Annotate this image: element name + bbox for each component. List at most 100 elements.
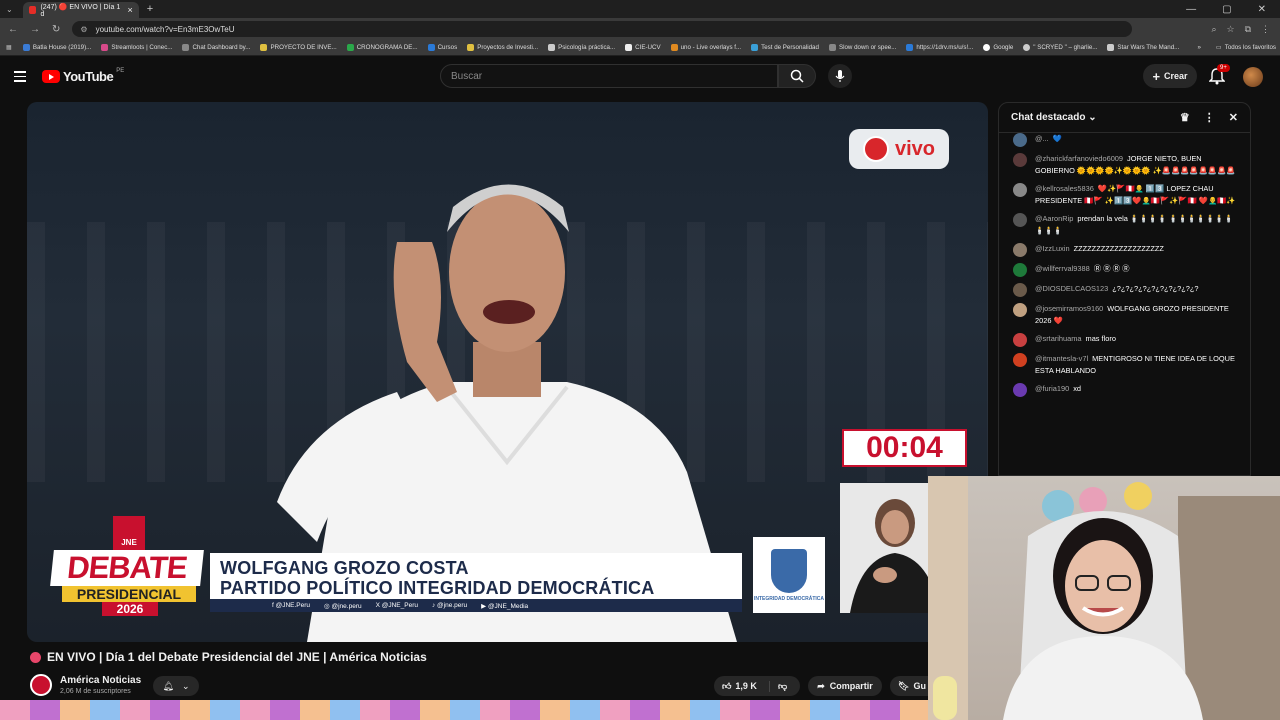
bookmark-favicon-icon xyxy=(906,44,914,51)
channel-info[interactable]: América Noticias 2,06 M de suscriptores xyxy=(30,674,141,696)
bookmark-item[interactable]: Chat Dashboard by... xyxy=(177,44,255,51)
like-button[interactable]: 👍︎ 1,9 K xyxy=(714,680,770,692)
user-avatar[interactable] xyxy=(1013,243,1027,257)
subscription-bell-button[interactable]: 🔔︎ ⌄ xyxy=(153,676,199,696)
user-avatar[interactable] xyxy=(1013,133,1027,147)
close-tab-icon[interactable]: × xyxy=(127,5,132,15)
user-avatar[interactable] xyxy=(1013,183,1027,197)
user-avatar[interactable] xyxy=(1013,383,1027,397)
plus-icon: + xyxy=(1152,68,1161,84)
hamburger-menu-icon[interactable] xyxy=(14,71,26,85)
bookmark-favicon-icon xyxy=(1023,44,1031,51)
live-bug: vivo xyxy=(849,129,949,169)
save-button[interactable]: 🔖︎ Gu xyxy=(890,676,930,696)
tab-list-chevron-icon[interactable]: ⌄ xyxy=(6,5,13,14)
search-button[interactable] xyxy=(778,64,816,88)
bookmark-icon: 🔖︎ xyxy=(898,680,910,691)
thumbs-up-icon: 👍︎ xyxy=(722,680,732,691)
social-handle: ♪ @jne.peru xyxy=(431,602,468,609)
jne-logo: JNE xyxy=(113,516,145,550)
video-title-row: EN VIVO | Día 1 del Debate Presidencial … xyxy=(30,650,427,664)
share-button[interactable]: ➦ Compartir xyxy=(808,676,882,696)
zoom-icon[interactable]: ⌕ xyxy=(1211,24,1216,35)
tab-title: (247) 🔴 EN VIVO | Día 1 d xyxy=(40,3,121,18)
bookmark-item[interactable]: https://1drv.ms/u/s!... xyxy=(901,44,978,51)
youtube-favicon-icon xyxy=(28,6,37,14)
bookmark-item[interactable]: PROYECTO DE INVE... xyxy=(255,44,341,51)
chat-messages: @... 💙 @zharickfarfanoviedo6009 JORGE NIET… xyxy=(999,133,1250,397)
account-avatar[interactable] xyxy=(1243,67,1263,87)
social-handle: ▶ @JNE_Media xyxy=(481,602,529,610)
bookmark-favicon-icon xyxy=(670,44,678,51)
crown-icon[interactable]: ♛ xyxy=(1180,111,1190,124)
social-handle: ◎ @jne.peru xyxy=(324,602,362,610)
bookmark-item[interactable]: Batla House (2019)... xyxy=(18,44,96,51)
bookmark-item[interactable]: CIE-UCV xyxy=(620,44,665,51)
user-avatar[interactable] xyxy=(1013,153,1027,167)
notifications-button[interactable]: 9+ xyxy=(1208,64,1230,87)
bookmark-item[interactable]: Star Wars The Mand... xyxy=(1102,44,1184,51)
chat-message: @furia190 xd xyxy=(1013,383,1242,397)
bookmark-favicon-icon xyxy=(22,44,30,51)
maximize-icon[interactable]: ▢ xyxy=(1222,4,1231,15)
bookmark-item[interactable]: Cursos xyxy=(423,44,463,51)
all-favorites-folder[interactable]: ▭ Todos los favoritos xyxy=(1211,44,1280,51)
chat-message: @IzzLuxin ZZZZZZZZZZZZZZZZZZZZ xyxy=(1013,243,1242,257)
apps-grid-icon[interactable]: ▦ xyxy=(6,44,18,51)
bookmark-item[interactable]: CRONOGRAMA DE... xyxy=(342,44,423,51)
video-player[interactable]: vivo 00:04 JNE DEBATE PRESIDENCIAL 2026 … xyxy=(27,102,988,642)
extensions-icon[interactable]: ⧉ xyxy=(1245,24,1251,35)
chat-header: Chat destacado ⌄ ♛ ⋮ ✕ xyxy=(999,103,1250,133)
bookmark-item[interactable]: Proyectos de Investi... xyxy=(462,44,543,51)
url-field[interactable]: ⚙ youtube.com/watch?v=En3mE3OwTeU xyxy=(72,21,1133,37)
bookmark-star-icon[interactable]: ☆ xyxy=(1226,24,1234,35)
channel-name[interactable]: América Noticias xyxy=(60,675,141,686)
subscriber-count: 2,06 M de suscriptores xyxy=(60,688,131,695)
more-options-icon[interactable]: ⋮ xyxy=(1204,111,1215,124)
menu-icon[interactable]: ⋮ xyxy=(1261,24,1270,35)
youtube-play-icon xyxy=(42,70,60,83)
bookmark-item[interactable]: Slow down or spee... xyxy=(824,44,901,51)
minimize-icon[interactable]: — xyxy=(1186,4,1196,15)
webcam-overlay xyxy=(928,476,1280,720)
bookmark-favicon-icon xyxy=(625,44,633,51)
reload-icon[interactable]: ↻ xyxy=(52,24,60,35)
bookmark-favicon-icon xyxy=(427,44,435,51)
bookmark-favicon-icon xyxy=(260,44,268,51)
back-icon[interactable]: ← xyxy=(8,24,18,35)
user-avatar[interactable] xyxy=(1013,283,1027,297)
site-info-icon[interactable]: ⚙ xyxy=(80,25,87,34)
youtube-logo[interactable]: YouTube PE xyxy=(42,68,124,84)
thumbs-down-icon: 👎︎ xyxy=(778,680,788,691)
bookmark-item[interactable]: Psicología práctica... xyxy=(543,44,620,51)
close-window-icon[interactable]: ✕ xyxy=(1258,4,1266,15)
chat-mode-dropdown[interactable]: Chat destacado ⌄ xyxy=(1011,112,1097,123)
dislike-button[interactable]: 👎︎ xyxy=(770,681,787,692)
search-input[interactable]: Buscar xyxy=(440,64,778,88)
debate-presidencial-logo: DEBATE PRESIDENCIAL 2026 xyxy=(50,550,204,620)
bookmark-favicon-icon xyxy=(182,44,190,51)
browser-tab-active[interactable]: (247) 🔴 EN VIVO | Día 1 d × xyxy=(22,2,139,18)
bookmark-item[interactable]: uno - Live overlays f... xyxy=(666,44,747,51)
close-chat-icon[interactable]: ✕ xyxy=(1229,111,1238,124)
bookmark-item[interactable]: " SCRYED " – gharlie... xyxy=(1018,44,1102,51)
new-tab-button[interactable]: + xyxy=(147,3,153,15)
party-shield-icon xyxy=(771,548,807,593)
user-avatar[interactable] xyxy=(1013,333,1027,347)
voice-search-button[interactable] xyxy=(828,64,852,88)
user-avatar[interactable] xyxy=(1013,213,1027,227)
create-button[interactable]: + Crear xyxy=(1143,64,1197,88)
forward-icon[interactable]: → xyxy=(30,24,40,35)
user-avatar[interactable] xyxy=(1013,353,1027,367)
notification-badge: 9+ xyxy=(1217,64,1230,72)
user-avatar[interactable] xyxy=(1013,263,1027,277)
bookmark-item[interactable]: Streamloots | Conec... xyxy=(96,44,177,51)
bookmark-item[interactable]: Google xyxy=(978,44,1018,51)
user-avatar[interactable] xyxy=(1013,303,1027,317)
bookmark-favicon-icon xyxy=(548,44,556,51)
microphone-icon xyxy=(835,70,845,82)
bookmarks-overflow-button[interactable]: » xyxy=(1197,44,1210,51)
interpreter-figure xyxy=(850,499,940,613)
bookmark-item[interactable]: Test de Personalidad xyxy=(746,44,824,51)
channel-avatar[interactable] xyxy=(30,674,52,696)
